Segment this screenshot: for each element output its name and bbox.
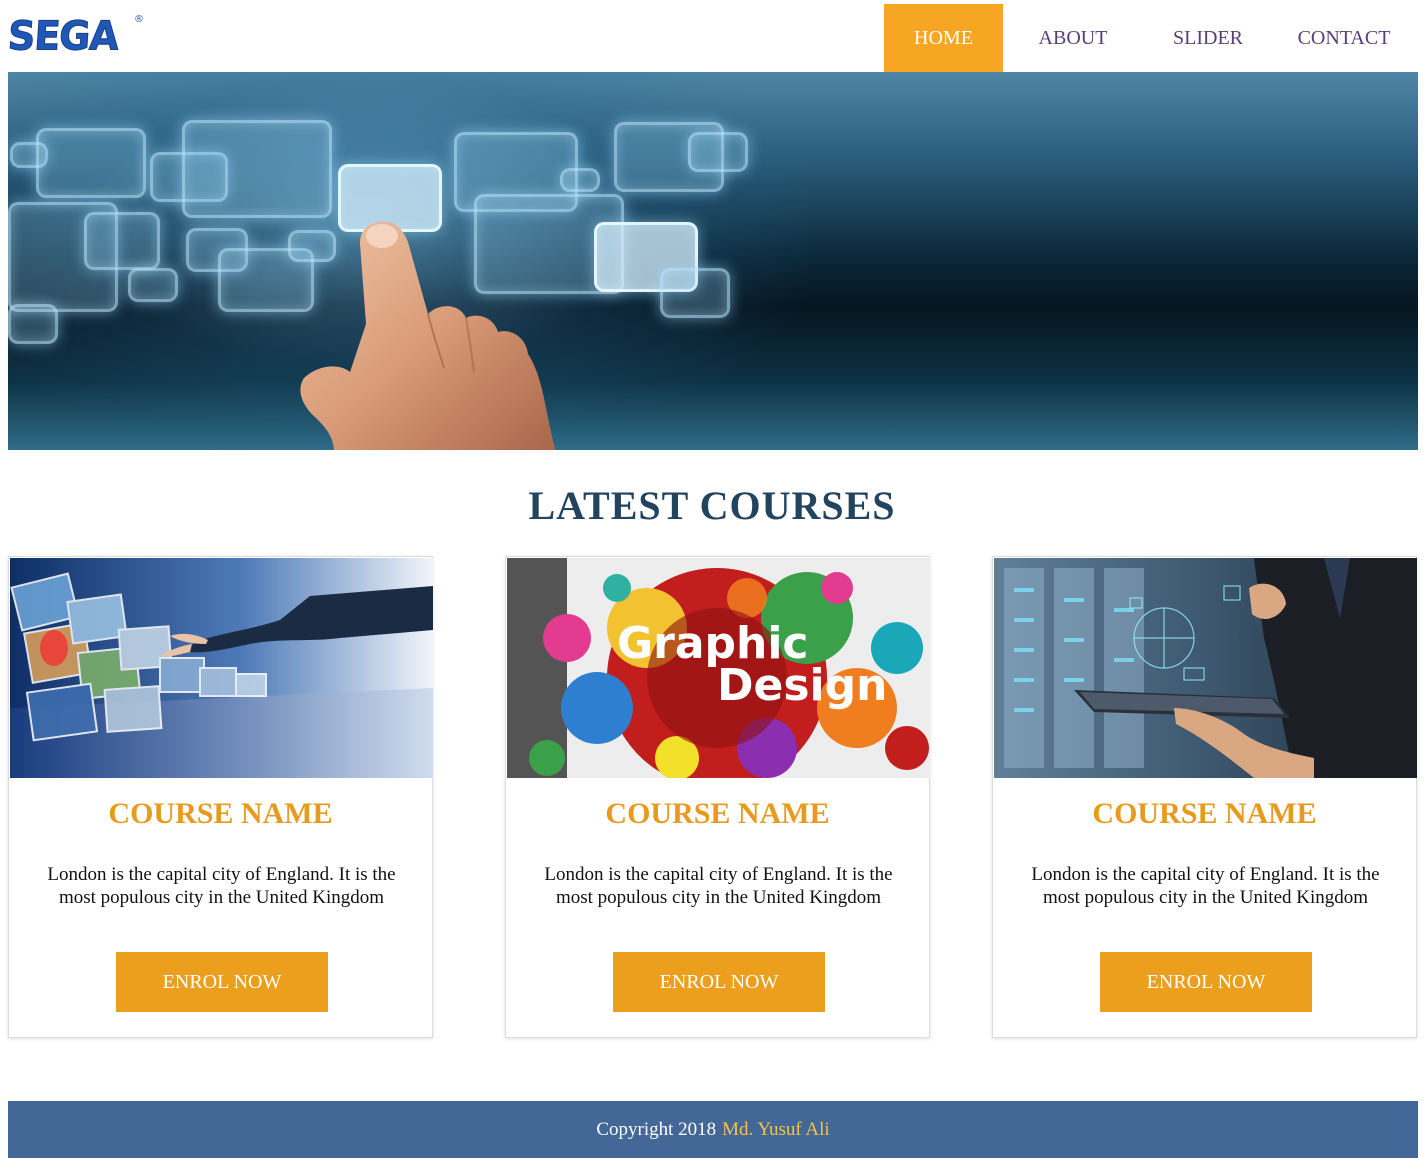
enrol-now-button[interactable]: ENROL NOW — [116, 952, 328, 1012]
nav-contact[interactable]: CONTACT — [1280, 4, 1408, 72]
hero-screen-tile — [36, 128, 146, 198]
course-card: COURSE NAME London is the capital city o… — [8, 556, 433, 1038]
registered-mark: ® — [134, 14, 144, 25]
hero-screen-tile — [84, 212, 160, 270]
graphic-design-image: Graphic Design — [507, 558, 930, 778]
virtual-reality-screens-image — [10, 558, 433, 778]
enrol-now-button[interactable]: ENROL NOW — [1100, 952, 1312, 1012]
course-name: COURSE NAME — [1092, 797, 1317, 830]
course-card: Graphic Design COURSE NAME London is the… — [505, 556, 930, 1038]
course-description: London is the capital city of England. I… — [1031, 864, 1380, 908]
hero-screen-tile — [182, 120, 332, 218]
businessman-tablet-server-image — [994, 558, 1417, 778]
hero-screen-tile — [8, 304, 58, 344]
hero-screen-tile — [660, 268, 730, 318]
section-title-latest-courses: LATEST COURSES — [528, 483, 896, 528]
pointing-hand-illustration — [300, 222, 556, 450]
course-card: COURSE NAME London is the capital city o… — [992, 556, 1417, 1038]
footer-author-link[interactable]: Md. Yusuf Ali — [722, 1119, 830, 1141]
nav-about[interactable]: ABOUT — [1015, 4, 1131, 72]
graphic-design-heading: Design — [717, 660, 887, 711]
nav-home[interactable]: HOME — [884, 4, 1003, 72]
hero-screen-tile — [688, 132, 748, 172]
site-header: SEGA ® HOME ABOUT SLIDER CONTACT — [0, 0, 1424, 72]
main-nav: HOME ABOUT SLIDER CONTACT — [884, 4, 1424, 72]
footer-copyright: Copyright 2018 — [596, 1118, 717, 1140]
course-name: COURSE NAME — [108, 797, 333, 830]
course-description: London is the capital city of England. I… — [544, 864, 893, 908]
enrol-now-button[interactable]: ENROL NOW — [613, 952, 825, 1012]
hero-banner — [8, 72, 1418, 450]
course-name: COURSE NAME — [605, 797, 830, 830]
logo-text: SEGA — [6, 12, 120, 60]
course-description: London is the capital city of England. I… — [47, 864, 396, 908]
nav-slider[interactable]: SLIDER — [1150, 4, 1266, 72]
site-footer: Copyright 2018 Md. Yusuf Ali — [8, 1101, 1418, 1158]
sega-logo[interactable]: SEGA ® — [6, 12, 144, 60]
hero-screen-tile — [560, 168, 600, 192]
hero-screen-tile — [128, 268, 178, 302]
